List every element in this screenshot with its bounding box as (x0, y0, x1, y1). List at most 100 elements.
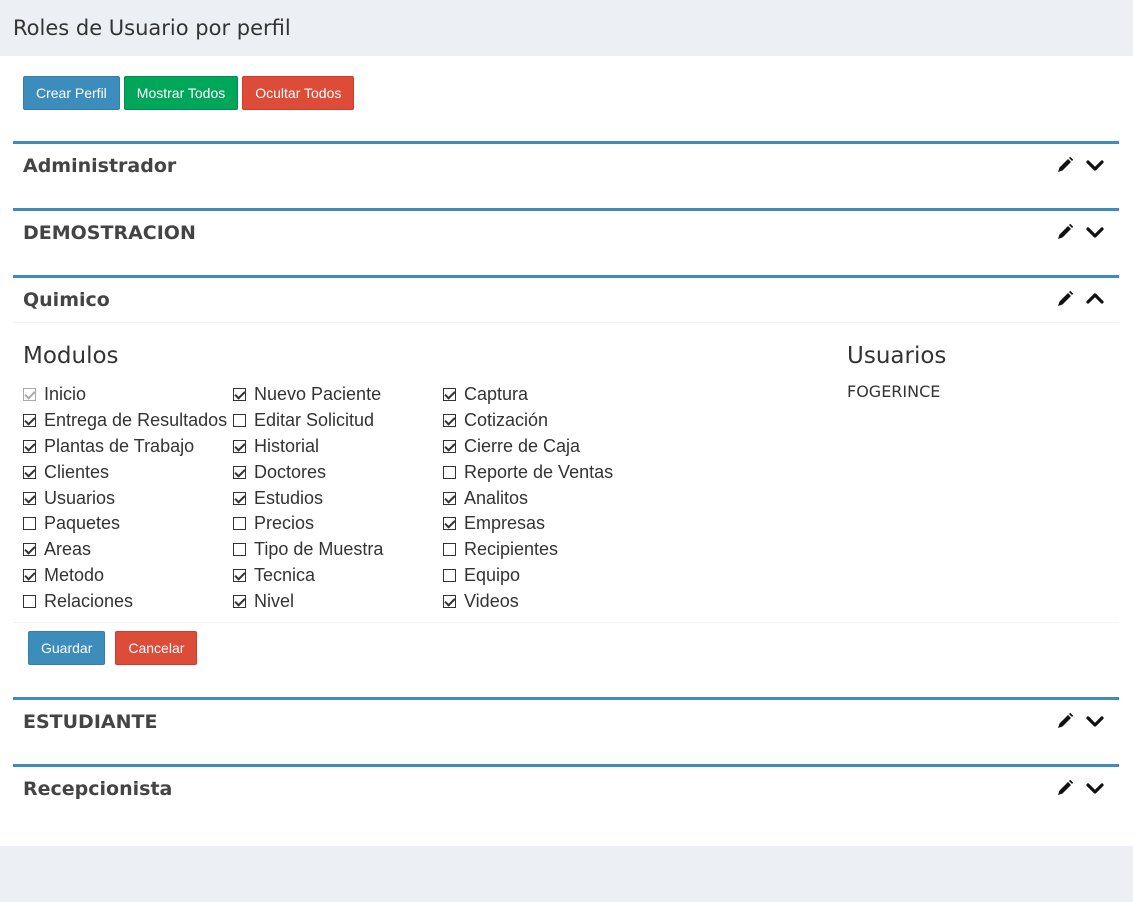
module-checkbox[interactable] (443, 594, 456, 608)
profile-header: Quimico (13, 278, 1119, 322)
module-checkbox[interactable] (23, 465, 36, 479)
cancel-button[interactable]: Cancelar (115, 630, 198, 665)
profile-header: Administrador (13, 144, 1119, 188)
module-option[interactable]: Analitos (433, 485, 613, 511)
modulos-heading: Modulos (23, 343, 119, 369)
module-checkbox[interactable] (233, 594, 246, 608)
pencil-icon[interactable] (1055, 778, 1075, 798)
module-option[interactable]: Recipientes (433, 537, 613, 563)
profile-box: DEMOSTRACION (13, 208, 1119, 255)
usuarios-heading: Usuarios (847, 343, 947, 369)
pencil-icon[interactable] (1055, 222, 1075, 242)
profile-title: Quimico (23, 289, 110, 311)
module-option[interactable]: Relaciones (13, 588, 227, 614)
module-label: Cotización (464, 410, 549, 431)
chevron-down-icon[interactable] (1085, 711, 1105, 731)
module-checkbox[interactable] (443, 543, 456, 557)
module-checkbox[interactable] (443, 491, 456, 505)
module-checkbox[interactable] (233, 414, 246, 428)
save-button[interactable]: Guardar (28, 630, 106, 665)
chevron-down-icon[interactable] (1085, 778, 1105, 798)
pencil-icon[interactable] (1055, 289, 1075, 309)
module-checkbox[interactable] (23, 491, 36, 505)
module-checkbox[interactable] (233, 517, 246, 531)
module-option[interactable]: Cierre de Caja (433, 434, 613, 460)
module-option[interactable]: Clientes (13, 459, 227, 485)
module-label: Nuevo Paciente (254, 384, 382, 405)
chevron-down-icon[interactable] (1085, 155, 1105, 175)
pencil-icon[interactable] (1055, 155, 1075, 175)
show-all-button[interactable]: Mostrar Todos (123, 76, 239, 110)
module-option[interactable]: Nuevo Paciente (223, 382, 383, 408)
module-option[interactable]: Empresas (433, 511, 613, 537)
profile-body: Modulos Usuarios FOGERINCE Inicio Entrega… (13, 322, 1119, 621)
module-option[interactable]: Paquetes (13, 511, 227, 537)
module-checkbox[interactable] (233, 439, 246, 453)
module-label: Historial (254, 435, 320, 456)
hide-all-button[interactable]: Ocultar Todos (242, 76, 355, 110)
module-label: Metodo (44, 564, 105, 585)
module-checkbox[interactable] (23, 414, 36, 428)
modules-column: Nuevo Paciente Editar Solicitud Historial D… (223, 382, 383, 614)
module-option[interactable]: Videos (433, 588, 613, 614)
module-option[interactable]: Plantas de Trabajo (13, 434, 227, 460)
module-checkbox[interactable] (443, 388, 456, 402)
module-label: Relaciones (44, 590, 134, 611)
create-profile-button[interactable]: Crear Perfil (23, 76, 120, 110)
module-option[interactable]: Reporte de Ventas (433, 459, 613, 485)
module-option[interactable]: Doctores (223, 459, 383, 485)
module-label: Entrega de Resultados (44, 410, 228, 431)
module-label: Recipientes (464, 539, 559, 560)
module-option[interactable]: Areas (13, 537, 227, 563)
module-checkbox[interactable] (23, 439, 36, 453)
module-checkbox[interactable] (443, 414, 456, 428)
profile-box-expanded: Quimico Modulos Usuarios FOGERINCE Inici… (13, 275, 1119, 665)
module-option[interactable]: Historial (223, 434, 383, 460)
module-label: Tecnica (254, 564, 316, 585)
profile-header: ESTUDIANTE (13, 700, 1119, 744)
module-option[interactable]: Tecnica (223, 563, 383, 589)
module-label: Plantas de Trabajo (44, 435, 195, 456)
module-option[interactable]: Precios (223, 511, 383, 537)
module-option[interactable]: Editar Solicitud (223, 408, 383, 434)
module-option[interactable]: Captura (433, 382, 613, 408)
module-option[interactable]: Nivel (223, 588, 383, 614)
module-checkbox (23, 388, 36, 402)
module-label: Cierre de Caja (464, 435, 581, 456)
module-checkbox[interactable] (23, 594, 36, 608)
module-checkbox[interactable] (233, 491, 246, 505)
module-label: Empresas (464, 513, 546, 534)
module-option[interactable]: Metodo (13, 563, 227, 589)
module-label: Precios (254, 513, 315, 534)
module-option[interactable]: Tipo de Muestra (223, 537, 383, 563)
module-checkbox[interactable] (443, 568, 456, 582)
pencil-icon[interactable] (1055, 711, 1075, 731)
module-checkbox[interactable] (233, 543, 246, 557)
module-label: Tipo de Muestra (254, 539, 384, 560)
profile-box: Administrador (13, 141, 1119, 188)
module-checkbox[interactable] (443, 439, 456, 453)
module-checkbox[interactable] (23, 517, 36, 531)
module-checkbox[interactable] (233, 388, 246, 402)
module-option[interactable]: Usuarios (13, 485, 227, 511)
profile-header: DEMOSTRACION (13, 211, 1119, 255)
module-checkbox[interactable] (443, 517, 456, 531)
profile-title: Administrador (23, 155, 177, 177)
module-option[interactable]: Estudios (223, 485, 383, 511)
module-label: Doctores (254, 461, 327, 482)
module-label: Paquetes (44, 513, 121, 534)
module-option[interactable]: Entrega de Resultados (13, 408, 227, 434)
module-option[interactable]: Inicio (13, 382, 227, 408)
module-option[interactable]: Cotización (433, 408, 613, 434)
module-checkbox[interactable] (233, 465, 246, 479)
module-checkbox[interactable] (233, 568, 246, 582)
chevron-down-icon[interactable] (1085, 222, 1105, 242)
module-option[interactable]: Equipo (433, 563, 613, 589)
profile-title: DEMOSTRACION (23, 222, 196, 244)
module-label: Captura (464, 384, 529, 405)
profile-title: ESTUDIANTE (23, 711, 158, 733)
chevron-up-icon[interactable] (1085, 289, 1105, 309)
module-checkbox[interactable] (443, 465, 456, 479)
module-checkbox[interactable] (23, 568, 36, 582)
module-checkbox[interactable] (23, 543, 36, 557)
